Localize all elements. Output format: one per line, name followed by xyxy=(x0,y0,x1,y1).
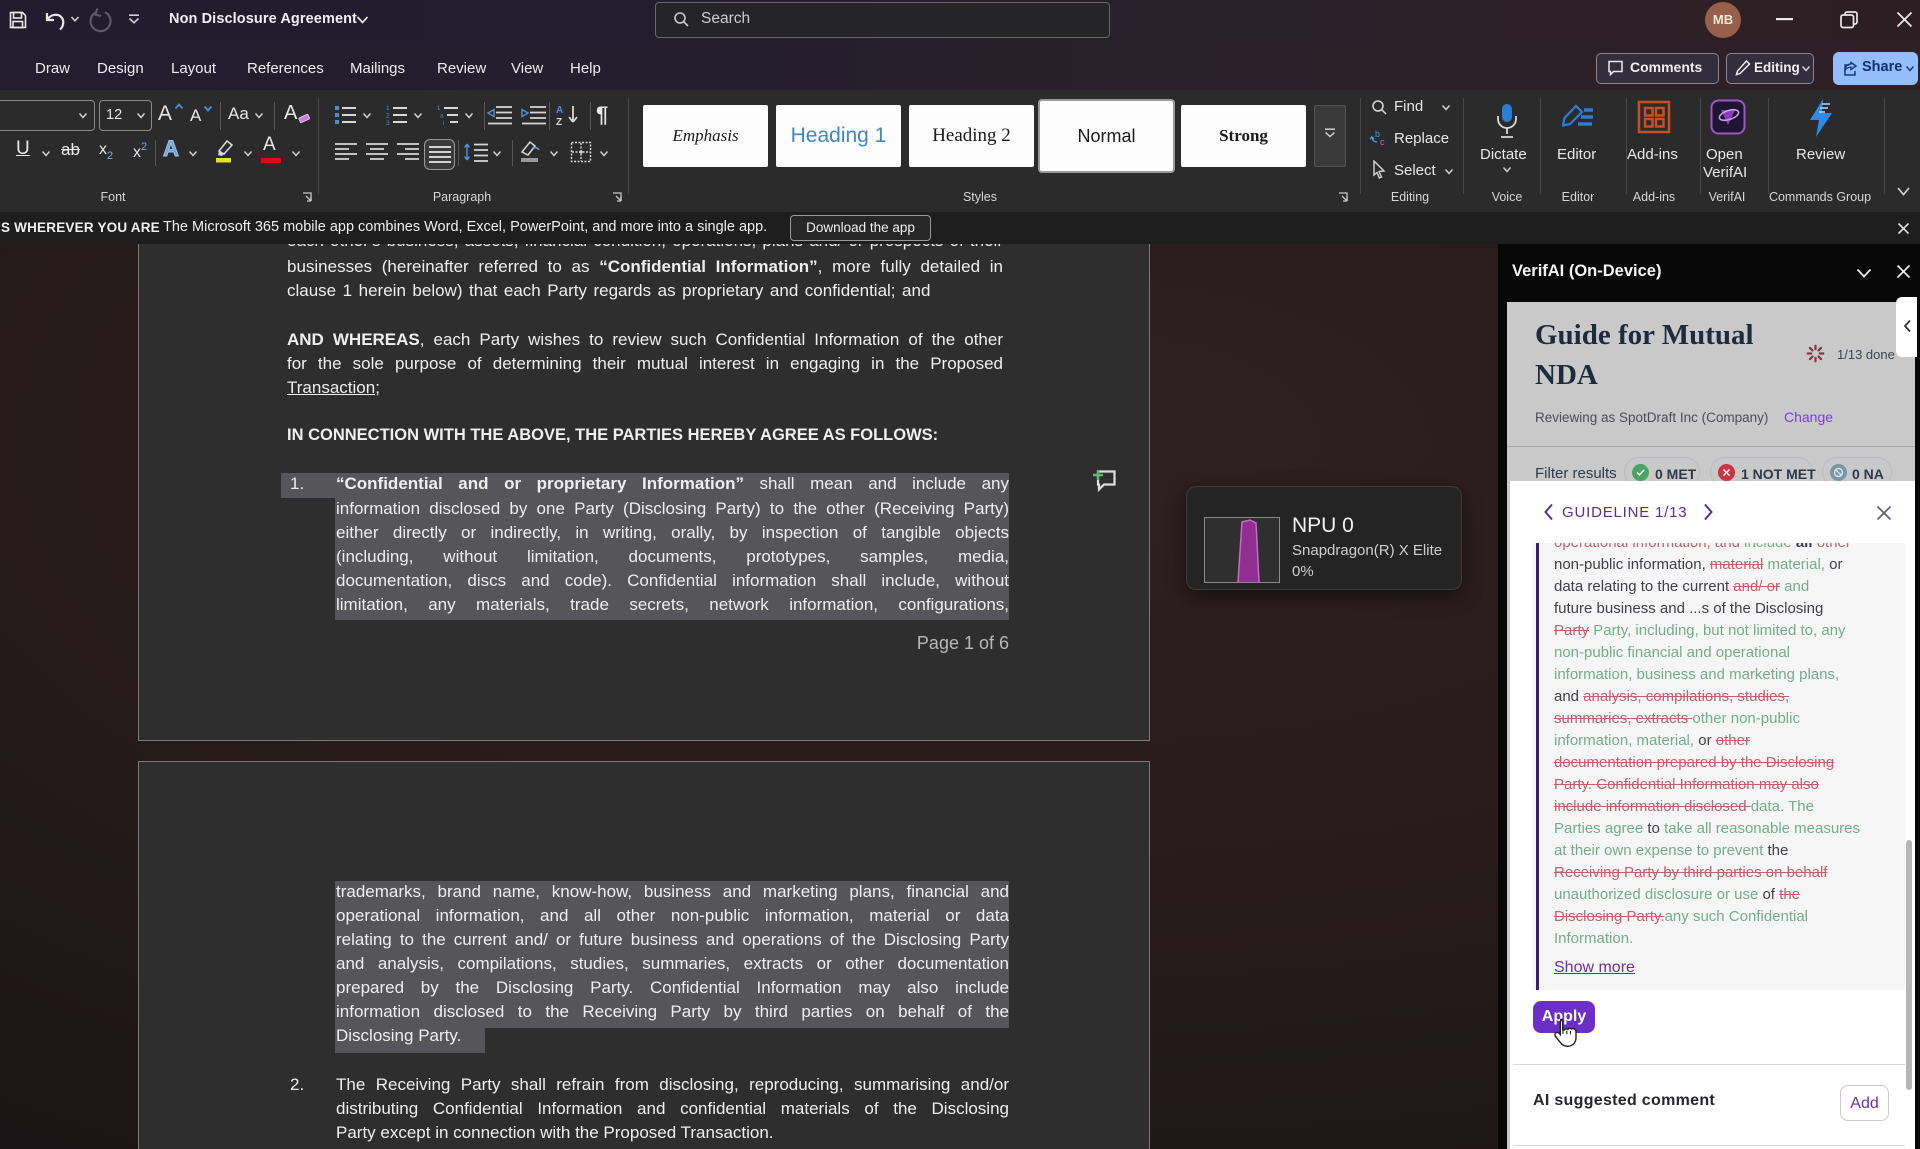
svg-text:A: A xyxy=(556,105,563,116)
svg-text:Z: Z xyxy=(556,117,562,127)
svg-text:c: c xyxy=(1380,137,1385,147)
svg-text:2: 2 xyxy=(386,113,390,120)
svg-text:i: i xyxy=(443,121,444,126)
svg-text:1: 1 xyxy=(386,105,390,112)
svg-text:1: 1 xyxy=(437,106,441,112)
svg-text:3: 3 xyxy=(386,120,390,126)
svg-text:a: a xyxy=(440,114,444,120)
